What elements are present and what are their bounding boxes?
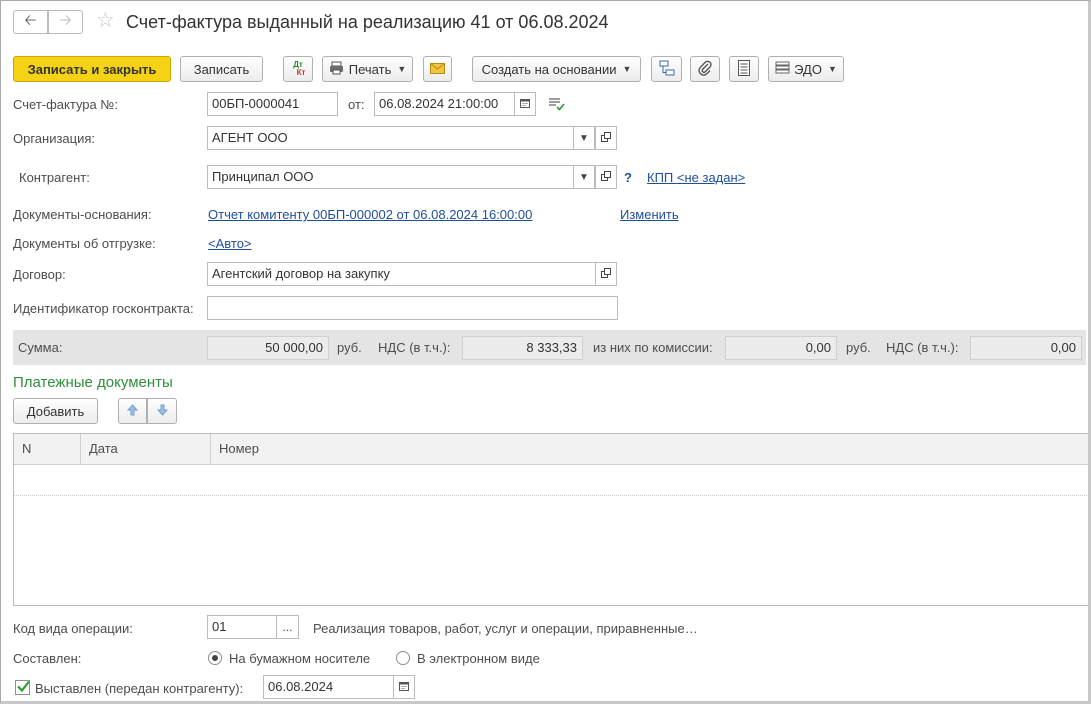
column-header-number[interactable]: Номер	[211, 434, 1091, 465]
invoice-number-input[interactable]: 00БП-0000041	[207, 92, 338, 116]
gov-contract-id-label: Идентификатор госконтракта:	[13, 301, 194, 316]
print-button[interactable]: Печать ▼	[322, 56, 413, 82]
issued-checkbox[interactable]	[15, 680, 30, 695]
open-window-icon	[601, 131, 611, 145]
commission-label: из них по комиссии:	[593, 340, 713, 355]
dtkt-button[interactable]: Дт Кт	[283, 56, 313, 82]
operation-code-input[interactable]: 01	[207, 615, 278, 639]
favorite-star-icon[interactable]: ☆	[96, 9, 115, 33]
open-window-icon	[601, 267, 611, 281]
commission-value: 0,00	[725, 336, 837, 360]
organization-dropdown-button[interactable]: ▼	[573, 126, 595, 150]
organization-open-button[interactable]	[595, 126, 617, 150]
print-label: Печать	[348, 61, 392, 77]
email-button[interactable]	[423, 56, 452, 82]
electronic-radio[interactable]	[396, 651, 410, 665]
shipment-documents-label: Документы об отгрузке:	[13, 236, 156, 251]
ellipsis-icon: ...	[282, 620, 293, 634]
contractor-input[interactable]: Принципал ООО	[207, 165, 575, 189]
arrow-left-icon: 🡠	[24, 11, 37, 29]
chevron-down-icon: ▼	[579, 171, 589, 183]
open-window-icon	[601, 170, 611, 184]
shipment-documents-link[interactable]: <Авто>	[208, 236, 252, 252]
composed-label: Составлен:	[13, 651, 82, 666]
gov-contract-id-input[interactable]	[207, 296, 618, 320]
sum-label: Сумма:	[18, 340, 63, 355]
page-title: Счет-фактура выданный на реализацию 41 о…	[126, 12, 609, 32]
save-button[interactable]: Записать	[180, 56, 263, 82]
calendar-button[interactable]	[514, 92, 536, 116]
sum-value: 50 000,00	[207, 336, 329, 360]
change-link[interactable]: Изменить	[620, 207, 679, 223]
date-from-label: от:	[348, 97, 365, 112]
structure-button[interactable]	[651, 56, 682, 82]
vat-label: НДС (в т.ч.):	[378, 340, 451, 355]
contractor-open-button[interactable]	[595, 165, 617, 189]
base-documents-link[interactable]: Отчет комитенту 00БП-000002 от 06.08.202…	[208, 207, 532, 223]
dtkt-icon-bottom: Кт	[296, 68, 306, 77]
organization-label: Организация:	[13, 131, 96, 146]
move-up-button[interactable]	[118, 398, 147, 424]
calendar-icon	[399, 681, 409, 694]
document-list-icon	[738, 59, 750, 79]
arrow-right-icon: 🡢	[59, 11, 72, 29]
operation-code-label: Код вида операции:	[13, 621, 133, 636]
report-button[interactable]	[729, 56, 759, 82]
edo-label: ЭДО	[794, 61, 822, 77]
commission-currency-label: руб.	[846, 340, 871, 355]
payment-documents-table[interactable]: N Дата Номер	[13, 433, 1091, 606]
electronic-option-label[interactable]: В электронном виде	[417, 651, 540, 667]
forward-button[interactable]: 🡢	[48, 10, 83, 34]
paper-radio[interactable]	[208, 651, 222, 665]
issued-label: Выставлен (передан контрагенту):	[35, 681, 244, 696]
date-input[interactable]: 06.08.2024 21:00:00	[374, 92, 516, 116]
operation-code-description: Реализация товаров, работ, услуг и опера…	[313, 621, 698, 636]
printer-icon	[329, 61, 344, 78]
base-documents-label: Документы-основания:	[13, 207, 152, 222]
paper-option-label[interactable]: На бумажном носителе	[229, 651, 370, 667]
paperclip-icon	[698, 60, 712, 79]
issued-calendar-button[interactable]	[393, 675, 415, 699]
attach-button[interactable]	[690, 56, 720, 82]
commission-vat-label: НДС (в т.ч.):	[886, 340, 959, 355]
contract-label: Договор:	[13, 267, 66, 282]
hierarchy-icon	[659, 60, 675, 79]
contract-open-button[interactable]	[595, 262, 617, 286]
invoice-number-label: Счет-фактура №:	[13, 97, 118, 112]
table-header: N Дата Номер	[14, 434, 1091, 465]
add-button[interactable]: Добавить	[13, 398, 98, 424]
move-down-button[interactable]	[147, 398, 177, 424]
currency-label: руб.	[337, 340, 362, 355]
calendar-icon	[520, 98, 530, 111]
chevron-down-icon: ▼	[397, 64, 407, 74]
vat-value: 8 333,33	[462, 336, 583, 360]
edit-history-icon[interactable]	[548, 97, 565, 114]
commission-vat-value: 0,00	[970, 336, 1082, 360]
contract-input[interactable]: Агентский договор на закупку	[207, 262, 597, 286]
help-question-icon[interactable]: ?	[624, 170, 632, 185]
chevron-down-icon: ▼	[827, 64, 837, 74]
column-header-date[interactable]: Дата	[81, 434, 211, 465]
chevron-down-icon: ▼	[622, 64, 632, 74]
chevron-down-icon: ▼	[579, 132, 589, 144]
envelope-icon	[430, 62, 445, 77]
kpp-link[interactable]: КПП <не задан>	[647, 170, 745, 186]
payment-documents-title: Платежные документы	[13, 374, 173, 391]
table-row[interactable]	[14, 465, 1091, 496]
organization-input[interactable]: АГЕНТ ООО	[207, 126, 575, 150]
back-button[interactable]: 🡠	[13, 10, 48, 34]
issued-date-input[interactable]: 06.08.2024	[263, 675, 395, 699]
edo-button[interactable]: ЭДО ▼	[768, 56, 844, 82]
column-header-n[interactable]: N	[14, 434, 81, 465]
checkmark-icon	[16, 679, 31, 697]
contractor-dropdown-button[interactable]: ▼	[573, 165, 595, 189]
arrow-down-icon	[156, 404, 168, 419]
contractor-label: Контрагент:	[19, 170, 90, 185]
save-and-close-button[interactable]: Записать и закрыть	[13, 56, 171, 82]
operation-code-select-button[interactable]: ...	[276, 615, 299, 639]
create-based-on-button[interactable]: Создать на основании ▼	[472, 56, 641, 82]
edo-icon	[775, 61, 790, 77]
arrow-up-icon	[126, 403, 139, 419]
create-based-label: Создать на основании	[481, 61, 617, 77]
